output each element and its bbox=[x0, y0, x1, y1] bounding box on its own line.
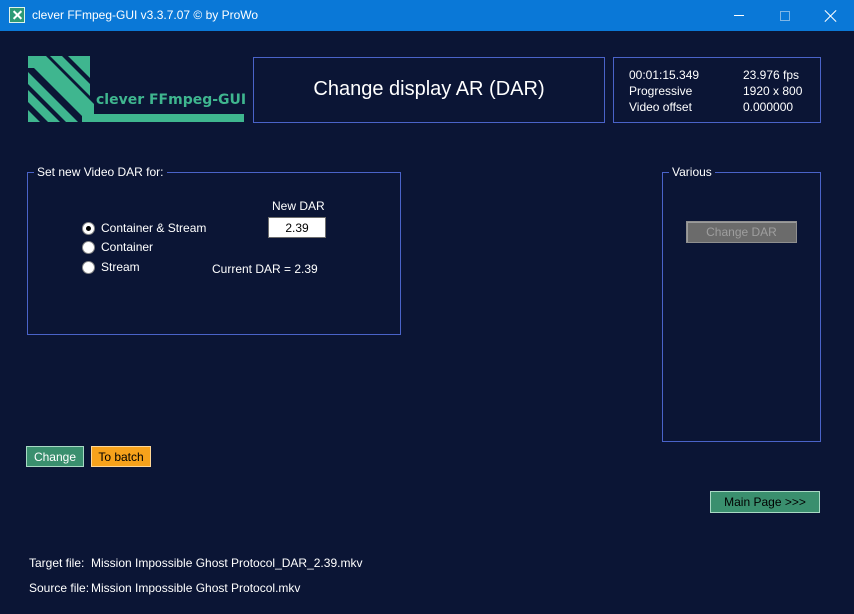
app-icon bbox=[9, 7, 25, 23]
to-batch-button[interactable]: To batch bbox=[91, 446, 151, 467]
dar-group-legend: Set new Video DAR for: bbox=[34, 165, 167, 179]
radio-label-container: Container bbox=[101, 240, 154, 254]
various-group-legend: Various bbox=[669, 165, 715, 179]
radio-label-container-stream: Container & Stream bbox=[101, 221, 207, 235]
radio-button[interactable] bbox=[82, 260, 95, 274]
app-logo: clever FFmpeg-GUI bbox=[28, 56, 247, 124]
page-title: Change display AR (DAR) bbox=[313, 78, 545, 100]
source-file-label: Source file: bbox=[29, 581, 90, 595]
fps-value: 23.976 fps bbox=[743, 68, 800, 82]
video-offset-value: 0.000000 bbox=[743, 100, 794, 114]
duration-value: 00:01:15.349 bbox=[629, 68, 700, 82]
radio-container-stream[interactable]: Container & Stream bbox=[82, 221, 206, 235]
logo-text: clever FFmpeg-GUI bbox=[96, 92, 247, 108]
close-icon bbox=[825, 10, 837, 22]
ffmpeg-logo-icon bbox=[28, 56, 244, 122]
target-file-value: Mission Impossible Ghost Protocol_DAR_2.… bbox=[91, 556, 363, 570]
new-dar-input[interactable] bbox=[268, 217, 326, 238]
radio-button[interactable] bbox=[82, 240, 95, 254]
main-page-button[interactable]: Main Page >>> bbox=[710, 491, 820, 513]
window-title: clever FFmpeg-GUI v3.3.7.07 © by ProWo bbox=[32, 8, 259, 22]
title-bar[interactable]: clever FFmpeg-GUI v3.3.7.07 © by ProWo bbox=[0, 0, 854, 31]
radio-button-checked[interactable] bbox=[82, 221, 95, 235]
change-dar-button[interactable]: Change DAR bbox=[686, 221, 797, 243]
minimize-button[interactable] bbox=[716, 0, 762, 31]
radio-container[interactable]: Container bbox=[82, 240, 153, 254]
radio-label-stream: Stream bbox=[101, 260, 140, 274]
various-group: Various bbox=[662, 165, 821, 442]
radio-stream[interactable]: Stream bbox=[82, 260, 140, 274]
close-button[interactable] bbox=[808, 0, 854, 31]
target-file-label: Target file: bbox=[29, 556, 85, 570]
resolution-value: 1920 x 800 bbox=[743, 84, 803, 98]
scan-type-value: Progressive bbox=[629, 84, 693, 98]
maximize-icon bbox=[780, 10, 790, 21]
video-info-panel: 00:01:15.349 23.976 fps Progressive 1920… bbox=[613, 57, 821, 123]
page-title-panel: Change display AR (DAR) bbox=[253, 57, 605, 123]
source-file-value: Mission Impossible Ghost Protocol.mkv bbox=[91, 581, 301, 595]
video-offset-label: Video offset bbox=[629, 100, 692, 114]
change-button[interactable]: Change bbox=[26, 446, 84, 467]
minimize-icon bbox=[734, 15, 744, 16]
maximize-button[interactable] bbox=[762, 0, 808, 31]
current-dar-text: Current DAR = 2.39 bbox=[212, 262, 318, 276]
new-dar-label: New DAR bbox=[272, 199, 325, 213]
